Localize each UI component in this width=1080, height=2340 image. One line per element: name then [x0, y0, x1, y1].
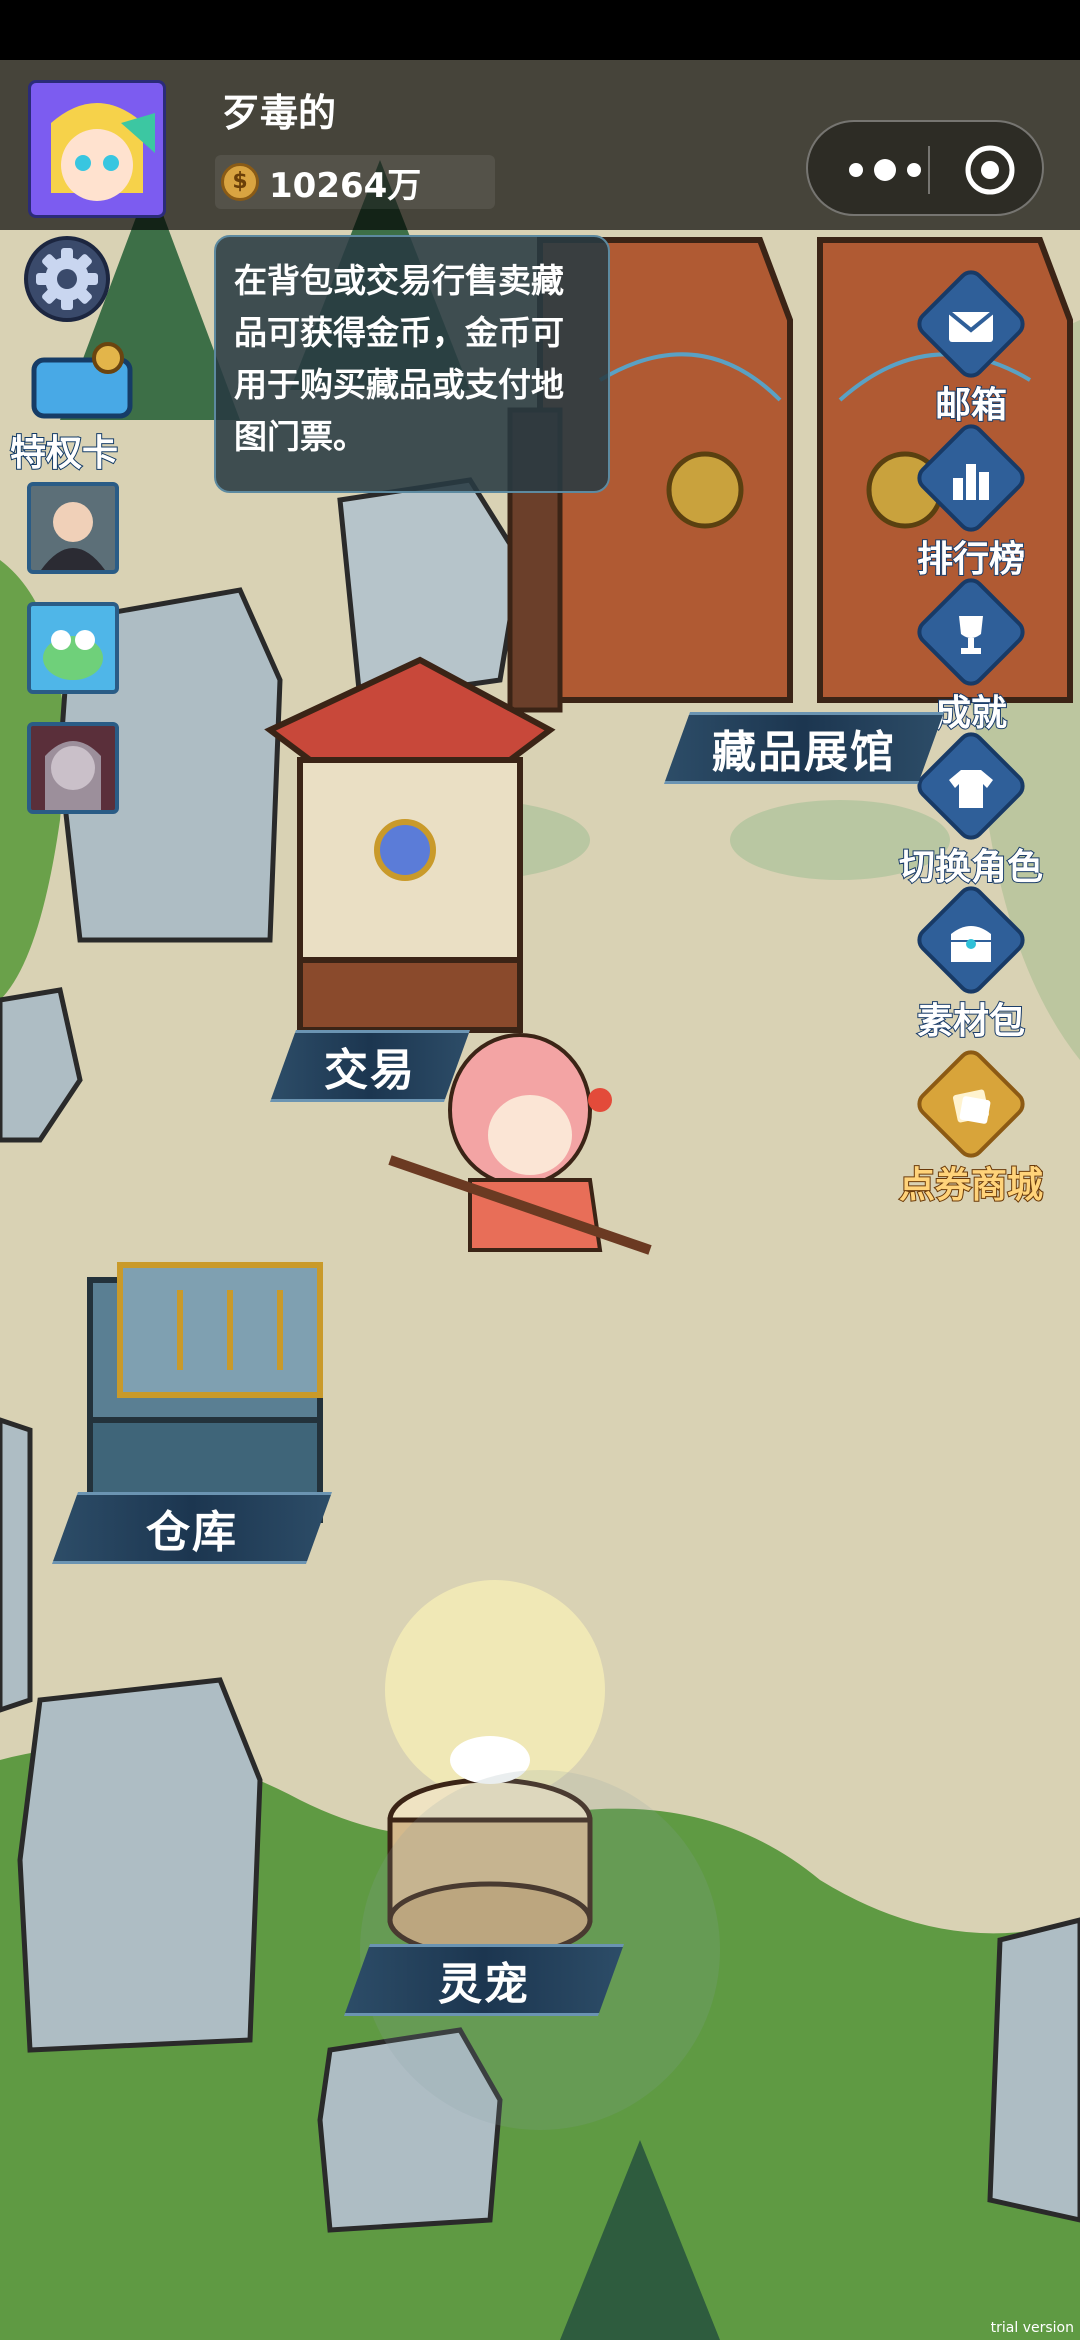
trophy-icon — [959, 616, 983, 654]
mailbox-button[interactable]: 邮箱 — [886, 264, 1056, 427]
player-avatar[interactable] — [28, 80, 166, 218]
pet-label[interactable]: 灵宠 — [344, 1944, 624, 2016]
close-icon[interactable] — [964, 144, 1016, 196]
coin-value: 10264万 — [269, 165, 422, 206]
gallery-label[interactable]: 藏品展馆 — [664, 712, 944, 784]
trial-version-watermark: trial version — [990, 2320, 1074, 2336]
treasure-chest-icon — [951, 926, 991, 962]
achievement-button[interactable]: 成就 — [886, 572, 1056, 735]
player-name: 歹毒的 — [222, 91, 337, 135]
material-pack-label: 素材包 — [916, 1000, 1026, 1043]
privilege-card-label: 特权卡 — [9, 432, 119, 475]
bar-chart-icon — [953, 464, 989, 500]
privilege-card-button[interactable]: 特权卡 — [9, 340, 140, 475]
coupon-mall-button[interactable]: 点券商城 — [886, 1044, 1056, 1207]
gear-icon — [36, 248, 98, 310]
coin-icon: $ — [221, 163, 259, 201]
leaderboard-label: 排行榜 — [916, 538, 1026, 581]
mailbox-label: 邮箱 — [934, 384, 1008, 427]
coupon-mall-label: 点券商城 — [898, 1164, 1044, 1207]
capsule-divider — [928, 146, 930, 194]
mail-icon — [947, 310, 995, 342]
coin-balance: $ 10264万 — [215, 155, 495, 209]
mini-program-capsule — [806, 120, 1044, 216]
shirt-icon — [949, 770, 993, 808]
more-icon[interactable] — [844, 152, 926, 188]
side-frog-portrait[interactable] — [27, 602, 119, 694]
side-character-portrait[interactable] — [27, 482, 119, 574]
status-bar — [0, 0, 1080, 60]
tip-message: 在背包或交易行售卖藏品可获得金币，金币可用于购买藏品或支付地图门票。 — [214, 235, 610, 493]
side-girl-portrait[interactable] — [27, 722, 119, 814]
material-pack-button[interactable]: 素材包 — [886, 880, 1056, 1043]
trade-label[interactable]: 交易 — [270, 1030, 470, 1102]
leaderboard-button[interactable]: 排行榜 — [886, 418, 1056, 581]
settings-button[interactable] — [24, 236, 110, 322]
switch-character-label: 切换角色 — [898, 846, 1044, 889]
coupon-icon — [952, 1089, 991, 1124]
privilege-card-icon — [31, 342, 133, 419]
warehouse-label[interactable]: 仓库 — [52, 1492, 332, 1564]
